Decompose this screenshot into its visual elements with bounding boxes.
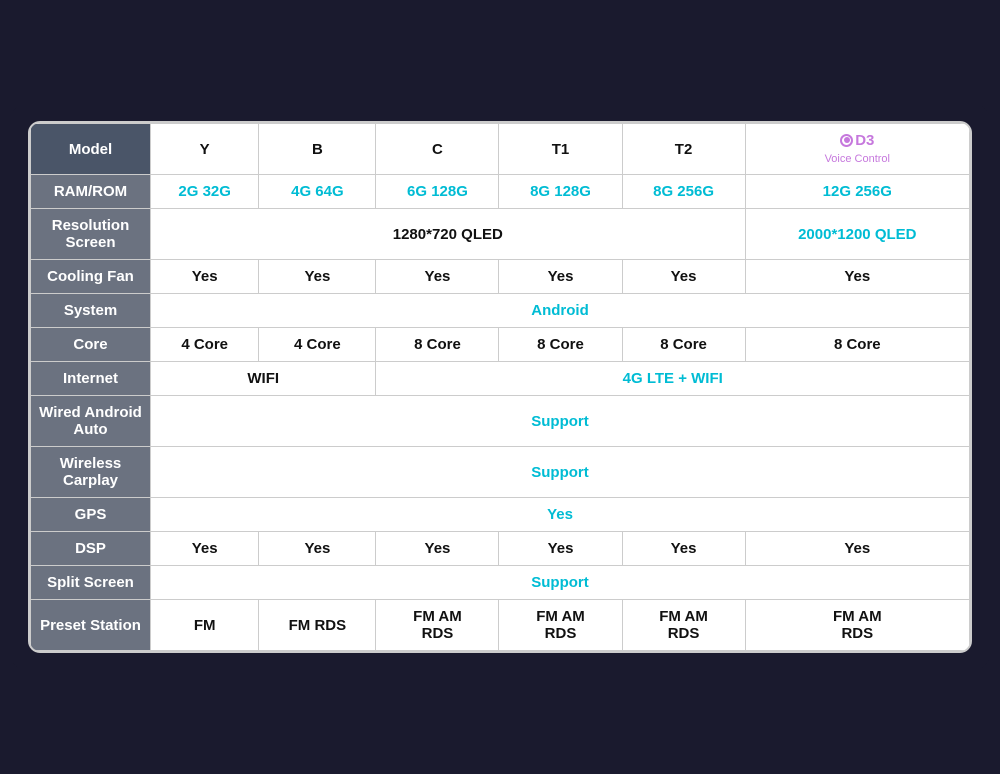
- row-header: DSP: [31, 532, 151, 566]
- table-cell: FM: [151, 600, 259, 651]
- table-cell: Yes: [259, 532, 376, 566]
- table-cell: 4 Core: [259, 328, 376, 362]
- table-cell: Yes: [376, 260, 499, 294]
- table-cell: T1: [499, 124, 622, 175]
- table-cell: WIFI: [151, 362, 376, 396]
- table-cell: Support: [151, 447, 970, 498]
- table-cell: 4 Core: [151, 328, 259, 362]
- row-header: Model: [31, 124, 151, 175]
- table-cell: Android: [151, 294, 970, 328]
- row-header: System: [31, 294, 151, 328]
- table-row: Split ScreenSupport: [31, 566, 970, 600]
- table-cell: Yes: [376, 532, 499, 566]
- table-cell: 4G 64G: [259, 175, 376, 209]
- table-cell: 12G 256G: [745, 175, 969, 209]
- row-header: Wireless Carplay: [31, 447, 151, 498]
- table-row: Cooling FanYesYesYesYesYesYes: [31, 260, 970, 294]
- table-cell: 8 Core: [745, 328, 969, 362]
- table-cell: 8 Core: [499, 328, 622, 362]
- row-header: Core: [31, 328, 151, 362]
- row-header: GPS: [31, 498, 151, 532]
- table-row: Wireless CarplaySupport: [31, 447, 970, 498]
- table-cell: Yes: [151, 532, 259, 566]
- d3-label: D3: [840, 132, 874, 149]
- table-row: DSPYesYesYesYesYesYes: [31, 532, 970, 566]
- table-cell: 2000*1200 QLED: [745, 209, 969, 260]
- table-cell: Yes: [622, 532, 745, 566]
- table-cell: Y: [151, 124, 259, 175]
- table-row: Resolution Screen1280*720 QLED2000*1200 …: [31, 209, 970, 260]
- table-cell: 4G LTE + WIFI: [376, 362, 970, 396]
- table-row: RAM/ROM2G 32G4G 64G6G 128G8G 128G8G 256G…: [31, 175, 970, 209]
- comparison-table: ModelYBCT1T2 D3 Voice ControlRAM/ROM2G 3…: [30, 123, 970, 651]
- table-cell: 8 Core: [376, 328, 499, 362]
- table-cell: FM RDS: [259, 600, 376, 651]
- outer-container: ModelYBCT1T2 D3 Voice ControlRAM/ROM2G 3…: [10, 103, 990, 671]
- table-cell: 8 Core: [622, 328, 745, 362]
- table-cell: FM AM RDS: [745, 600, 969, 651]
- table-cell: Yes: [259, 260, 376, 294]
- table-cell: 8G 128G: [499, 175, 622, 209]
- table-cell: Yes: [499, 532, 622, 566]
- table-cell: Yes: [151, 498, 970, 532]
- table-cell: Yes: [622, 260, 745, 294]
- table-cell: Yes: [151, 260, 259, 294]
- table-row: SystemAndroid: [31, 294, 970, 328]
- row-header: RAM/ROM: [31, 175, 151, 209]
- table-cell: 6G 128G: [376, 175, 499, 209]
- table-cell: 2G 32G: [151, 175, 259, 209]
- table-row: Wired Android AutoSupport: [31, 396, 970, 447]
- table-cell: T2: [622, 124, 745, 175]
- table-cell: C: [376, 124, 499, 175]
- table-row: Core4 Core4 Core8 Core8 Core8 Core8 Core: [31, 328, 970, 362]
- voice-control-label: Voice Control: [825, 153, 890, 165]
- table-cell: Yes: [745, 532, 969, 566]
- table-row: ModelYBCT1T2 D3 Voice Control: [31, 124, 970, 175]
- row-header: Wired Android Auto: [31, 396, 151, 447]
- row-header: Split Screen: [31, 566, 151, 600]
- table-cell: Support: [151, 396, 970, 447]
- table-cell: FM AM RDS: [499, 600, 622, 651]
- d3-icon: [840, 134, 853, 147]
- table-cell: Yes: [745, 260, 969, 294]
- table-cell: FM AM RDS: [622, 600, 745, 651]
- table-cell: 8G 256G: [622, 175, 745, 209]
- row-header: Cooling Fan: [31, 260, 151, 294]
- table-cell: 1280*720 QLED: [151, 209, 746, 260]
- comparison-table-wrap: ModelYBCT1T2 D3 Voice ControlRAM/ROM2G 3…: [28, 121, 972, 653]
- table-row: GPSYes: [31, 498, 970, 532]
- row-header: Preset Station: [31, 600, 151, 651]
- table-row: InternetWIFI4G LTE + WIFI: [31, 362, 970, 396]
- row-header: Internet: [31, 362, 151, 396]
- table-cell: FM AM RDS: [376, 600, 499, 651]
- row-header: Resolution Screen: [31, 209, 151, 260]
- table-cell: Support: [151, 566, 970, 600]
- table-cell: D3 Voice Control: [745, 124, 969, 175]
- table-row: Preset StationFMFM RDSFM AM RDSFM AM RDS…: [31, 600, 970, 651]
- table-cell: B: [259, 124, 376, 175]
- table-cell: Yes: [499, 260, 622, 294]
